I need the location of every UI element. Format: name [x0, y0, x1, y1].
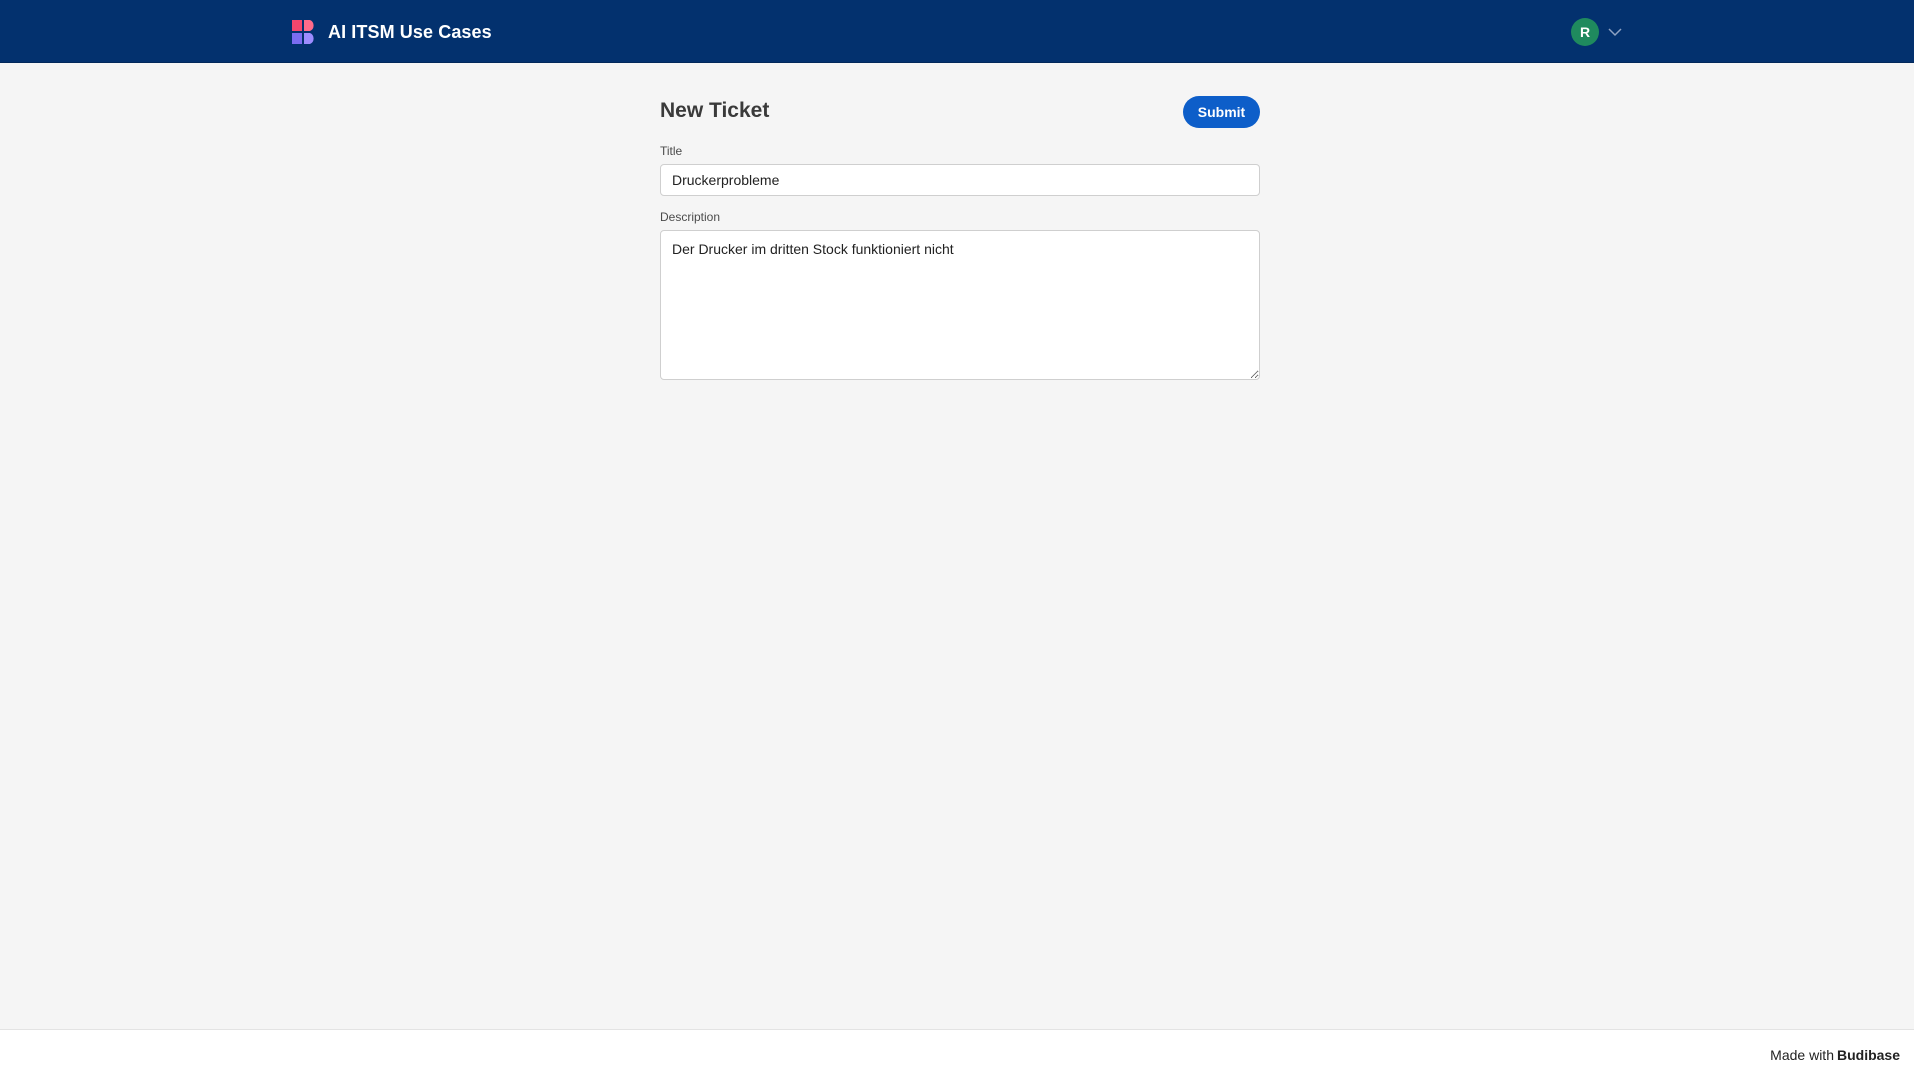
description-textarea[interactable]: Der Drucker im dritten Stock funktionier…: [660, 230, 1260, 380]
avatar[interactable]: R: [1571, 18, 1599, 46]
footer-brand-name: Budibase: [1836, 1047, 1900, 1063]
user-menu[interactable]: R: [1571, 18, 1623, 46]
made-with-budibase[interactable]: Made with Budibase: [1770, 1046, 1900, 1064]
form-header: New Ticket Submit: [660, 95, 1260, 129]
budibase-logo-icon: [292, 20, 314, 44]
title-input[interactable]: [660, 164, 1260, 196]
footer: Made with Budibase: [0, 1029, 1914, 1080]
app-title: AI ITSM Use Cases: [328, 22, 492, 42]
page-title: New Ticket: [660, 99, 770, 122]
brand[interactable]: AI ITSM Use Cases: [291, 19, 492, 45]
title-field-group: Title: [660, 144, 1260, 196]
new-ticket-form: New Ticket Submit Title Description Der …: [660, 95, 1260, 385]
title-label: Title: [660, 144, 683, 158]
submit-button[interactable]: Submit: [1183, 96, 1260, 128]
description-field-group: Description Der Drucker im dritten Stock…: [660, 210, 1260, 385]
made-with-text: Made with: [1770, 1047, 1834, 1063]
description-label: Description: [660, 210, 721, 224]
top-navigation-bar: AI ITSM Use Cases R: [0, 0, 1914, 63]
chevron-down-icon[interactable]: [1607, 24, 1623, 40]
